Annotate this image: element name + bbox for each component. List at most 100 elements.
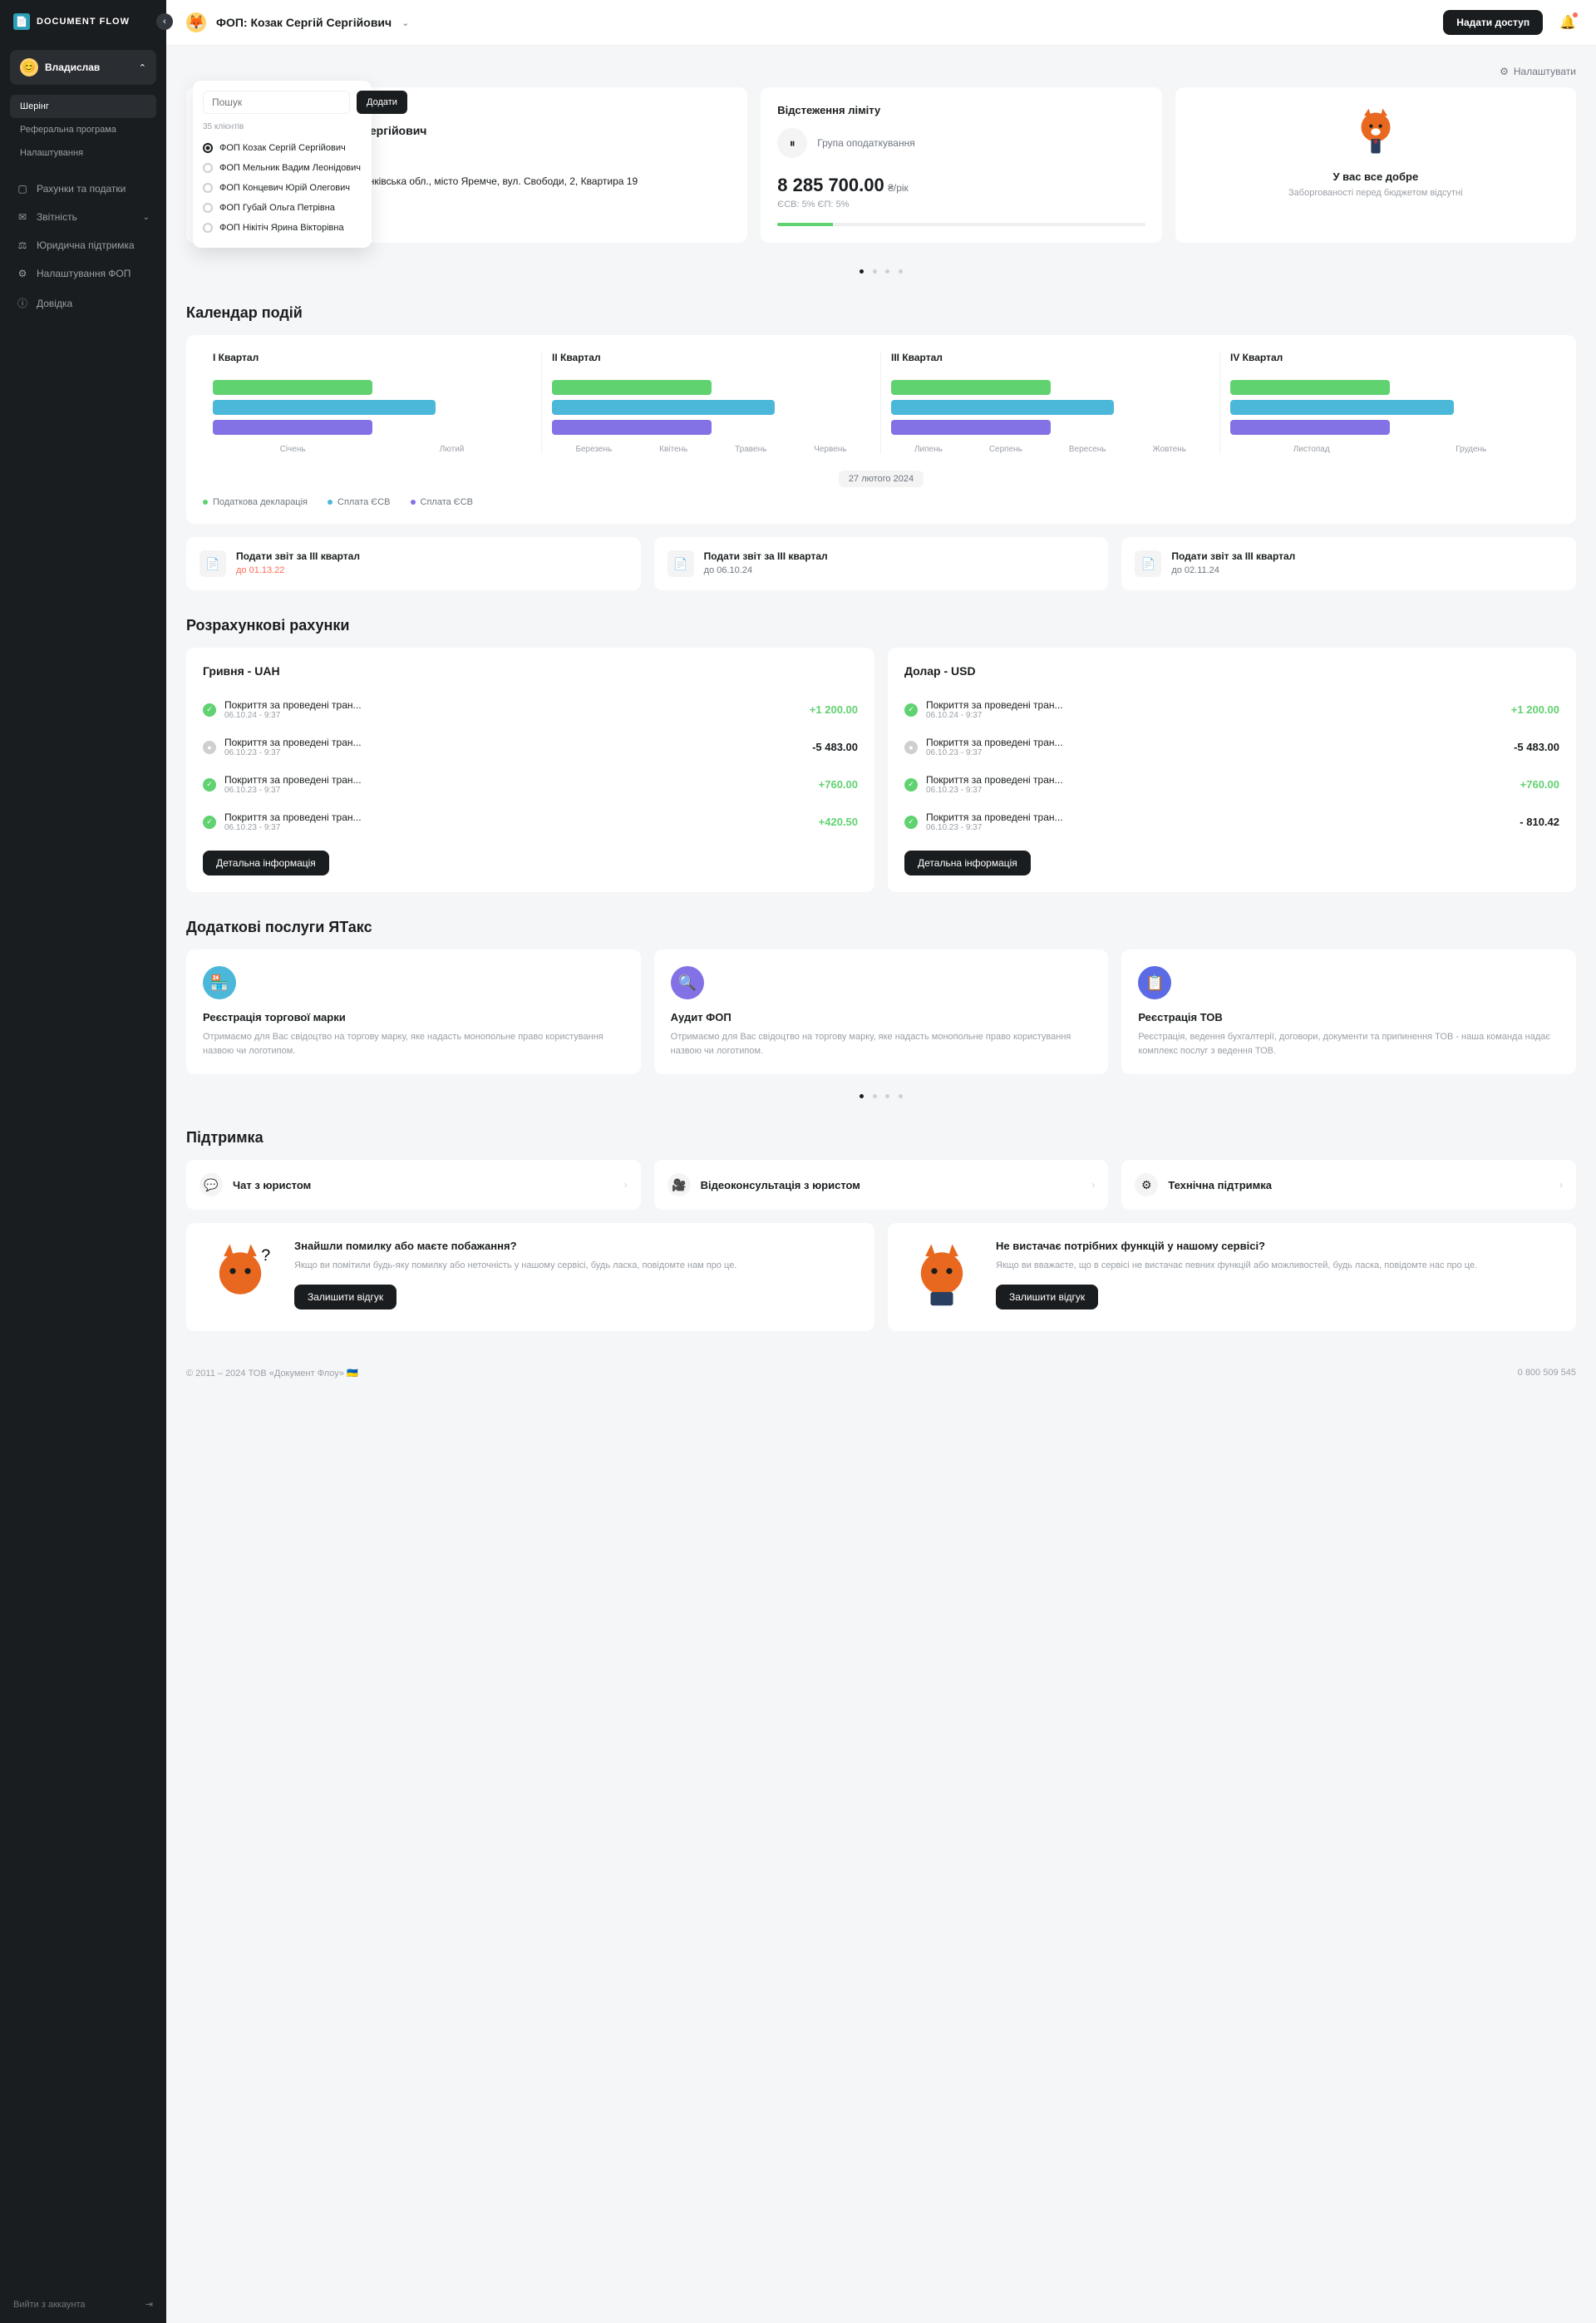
nav-item[interactable]: ▢ Рахунки та податки <box>7 175 160 203</box>
leave-feedback-button[interactable]: Залишити відгук <box>996 1285 1098 1309</box>
transaction-row[interactable]: ✓ Покриття за проведені тран... 06.10.23… <box>203 766 858 803</box>
nav-icon: ⚙ <box>17 268 28 279</box>
service-card[interactable]: 🏪 Реєстрація торгової марки Отримаємо дл… <box>186 949 641 1074</box>
nav-item[interactable]: ⚖ Юридична підтримка <box>7 231 160 259</box>
task-card[interactable]: 📄 Подати звіт за ІІІ квартал до 01.13.22 <box>186 537 641 590</box>
tx-date: 06.10.23 - 9:37 <box>224 786 810 795</box>
dot[interactable] <box>873 1094 877 1098</box>
check-icon: ✓ <box>203 778 216 792</box>
month-label: Грудень <box>1456 445 1486 454</box>
client-option[interactable]: ФОП Концевич Юрій Олегович <box>203 178 362 198</box>
logout-button[interactable]: Вийти з аккаунта ⇥ <box>0 2286 166 2323</box>
detail-button[interactable]: Детальна інформація <box>904 851 1031 875</box>
transaction-row[interactable]: ✓ Покриття за проведені тран... 06.10.23… <box>904 766 1559 803</box>
tx-date: 06.10.24 - 9:37 <box>926 711 1503 720</box>
dot[interactable] <box>899 1094 903 1098</box>
support-card[interactable]: ⚙ Технічна підтримка › <box>1121 1160 1576 1210</box>
chevron-down-icon[interactable]: ⌄ <box>401 17 409 28</box>
search-input[interactable] <box>203 91 350 114</box>
footer: © 2011 – 2024 ТОВ «Документ Флоу» 🇺🇦 0 8… <box>166 1351 1596 1395</box>
bar-tax-declaration <box>213 380 372 395</box>
subnav-settings[interactable]: Налаштування <box>10 141 156 165</box>
nav-item[interactable]: ⓘ Довідка <box>7 288 160 318</box>
page-title: ФОП: Козак Сергій Сергійович <box>216 16 392 29</box>
month-label: Вересень <box>1069 445 1106 454</box>
subnav-referral[interactable]: Реферальна програма <box>10 118 156 141</box>
transaction-row[interactable]: ● Покриття за проведені тран... 06.10.23… <box>904 728 1559 766</box>
sidebar: 📄 DOCUMENT FLOW ‹ 😊 Владислав ⌃ Шерінг Р… <box>0 0 166 2323</box>
limit-progress <box>777 223 1145 226</box>
sliders-icon: ⚙ <box>1500 66 1509 77</box>
quarter: IV Квартал ЛистопадГрудень <box>1220 352 1559 454</box>
month-label: Січень <box>280 445 306 454</box>
notifications-icon[interactable]: 🔔 <box>1559 14 1576 31</box>
client-option[interactable]: ФОП Мельник Вадим Леонідович <box>203 158 362 178</box>
bar-esv-2 <box>552 420 712 435</box>
tx-title: Покриття за проведені тран... <box>926 737 1505 748</box>
support-card[interactable]: 🎥 Відеоконсультація з юристом › <box>654 1160 1109 1210</box>
legend-label: Сплата ЄСВ <box>421 497 473 507</box>
detail-button[interactable]: Детальна інформація <box>203 851 329 875</box>
limit-row: ⏸ Група оподаткування <box>777 128 1145 158</box>
client-option[interactable]: ФОП Козак Сергій Сергійович <box>203 138 362 158</box>
settings-row: ⚙ Налаштувати <box>186 66 1576 77</box>
month-label: Серпень <box>989 445 1022 454</box>
transaction-row[interactable]: ✓ Покриття за проведені тран... 06.10.23… <box>904 803 1559 841</box>
configure-button[interactable]: ⚙ Налаштувати <box>1500 66 1576 77</box>
client-option[interactable]: ФОП Нікітіч Ярина Вікторівна <box>203 218 362 238</box>
dot[interactable] <box>860 1094 864 1098</box>
service-card[interactable]: 📋 Реєстрація ТОВ Реєстрація, ведення бух… <box>1121 949 1576 1074</box>
client-name: ФОП Козак Сергій Сергійович <box>219 143 346 153</box>
dot[interactable] <box>860 269 864 274</box>
transaction-row[interactable]: ✓ Покриття за проведені тран... 06.10.23… <box>203 803 858 841</box>
client-option[interactable]: ФОП Губай Ольга Петрівна <box>203 198 362 218</box>
nav-item[interactable]: ⚙ Налаштування ФОП <box>7 259 160 288</box>
limit-fill <box>777 223 832 226</box>
fox-illustration: ? <box>203 1240 278 1314</box>
check-icon: ✓ <box>203 816 216 829</box>
service-card[interactable]: 🔍 Аудит ФОП Отримаємо для Вас свідоцтво … <box>654 949 1109 1074</box>
status-card: У вас все добре Заборгованості перед бюд… <box>1175 87 1576 243</box>
transaction-row[interactable]: ✓ Покриття за проведені тран... 06.10.24… <box>904 691 1559 728</box>
info-card: Додати 35 клієнтів ФОП Козак Сергій Серг… <box>186 87 747 243</box>
leave-feedback-button[interactable]: Залишити відгук <box>294 1285 397 1309</box>
status-sub: Заборгованості перед бюджетом відсутні <box>1192 188 1559 198</box>
quarter: ІІІ Квартал ЛипеньСерпеньВересеньЖовтень <box>881 352 1220 454</box>
subnav-sharing[interactable]: Шерінг <box>10 95 156 118</box>
feedback-title: Знайшли помилку або маєте побажання? <box>294 1240 736 1252</box>
bar-esv-2 <box>891 420 1051 435</box>
month-label: Квітень <box>659 445 687 454</box>
calendar-title: Календар подій <box>186 304 1576 322</box>
grant-access-button[interactable]: Надати доступ <box>1443 10 1543 35</box>
add-button[interactable]: Додати <box>357 91 407 114</box>
support-title: Чат з юристом <box>233 1179 614 1191</box>
task-card[interactable]: 📄 Подати звіт за ІІІ квартал до 02.11.24 <box>1121 537 1576 590</box>
transaction-row[interactable]: ✓ Покриття за проведені тран... 06.10.24… <box>203 691 858 728</box>
nav-item[interactable]: ✉ Звітність ⌄ <box>7 203 160 231</box>
dot[interactable] <box>899 269 903 274</box>
client-name: ФОП Концевич Юрій Олегович <box>219 183 350 193</box>
service-sub: Отримаємо для Вас свідоцтво на торгову м… <box>203 1030 624 1058</box>
transaction-row[interactable]: ● Покриття за проведені тран... 06.10.23… <box>203 728 858 766</box>
support-card[interactable]: 💬 Чат з юристом › <box>186 1160 641 1210</box>
tx-date: 06.10.23 - 9:37 <box>224 823 810 832</box>
bars <box>552 380 870 435</box>
months: ЛистопадГрудень <box>1230 445 1549 454</box>
account-title: Гривня - UAH <box>203 664 858 678</box>
limit-group: Група оподаткування <box>817 137 914 149</box>
service-sub: Отримаємо для Вас свідоцтво на торгову м… <box>671 1030 1092 1058</box>
dot[interactable] <box>885 1094 889 1098</box>
calendar-grid: І Квартал СіченьЛютий ІІ Квартал Березен… <box>203 352 1559 454</box>
legend-label: Податкова декларація <box>213 497 308 507</box>
tx-date: 06.10.23 - 9:37 <box>224 748 804 757</box>
task-card[interactable]: 📄 Подати звіт за ІІІ квартал до 06.10.24 <box>654 537 1109 590</box>
nav-icon: ▢ <box>17 183 28 195</box>
support-icon: 🎥 <box>667 1173 691 1196</box>
dot[interactable] <box>885 269 889 274</box>
dot[interactable] <box>873 269 877 274</box>
collapse-sidebar[interactable]: ‹ <box>156 13 173 30</box>
account-title: Долар - USD <box>904 664 1559 678</box>
clock-icon: ● <box>904 741 918 754</box>
limit-card: Відстеження ліміту ⏸ Група оподаткування… <box>761 87 1161 243</box>
user-block[interactable]: 😊 Владислав ⌃ <box>10 50 156 85</box>
